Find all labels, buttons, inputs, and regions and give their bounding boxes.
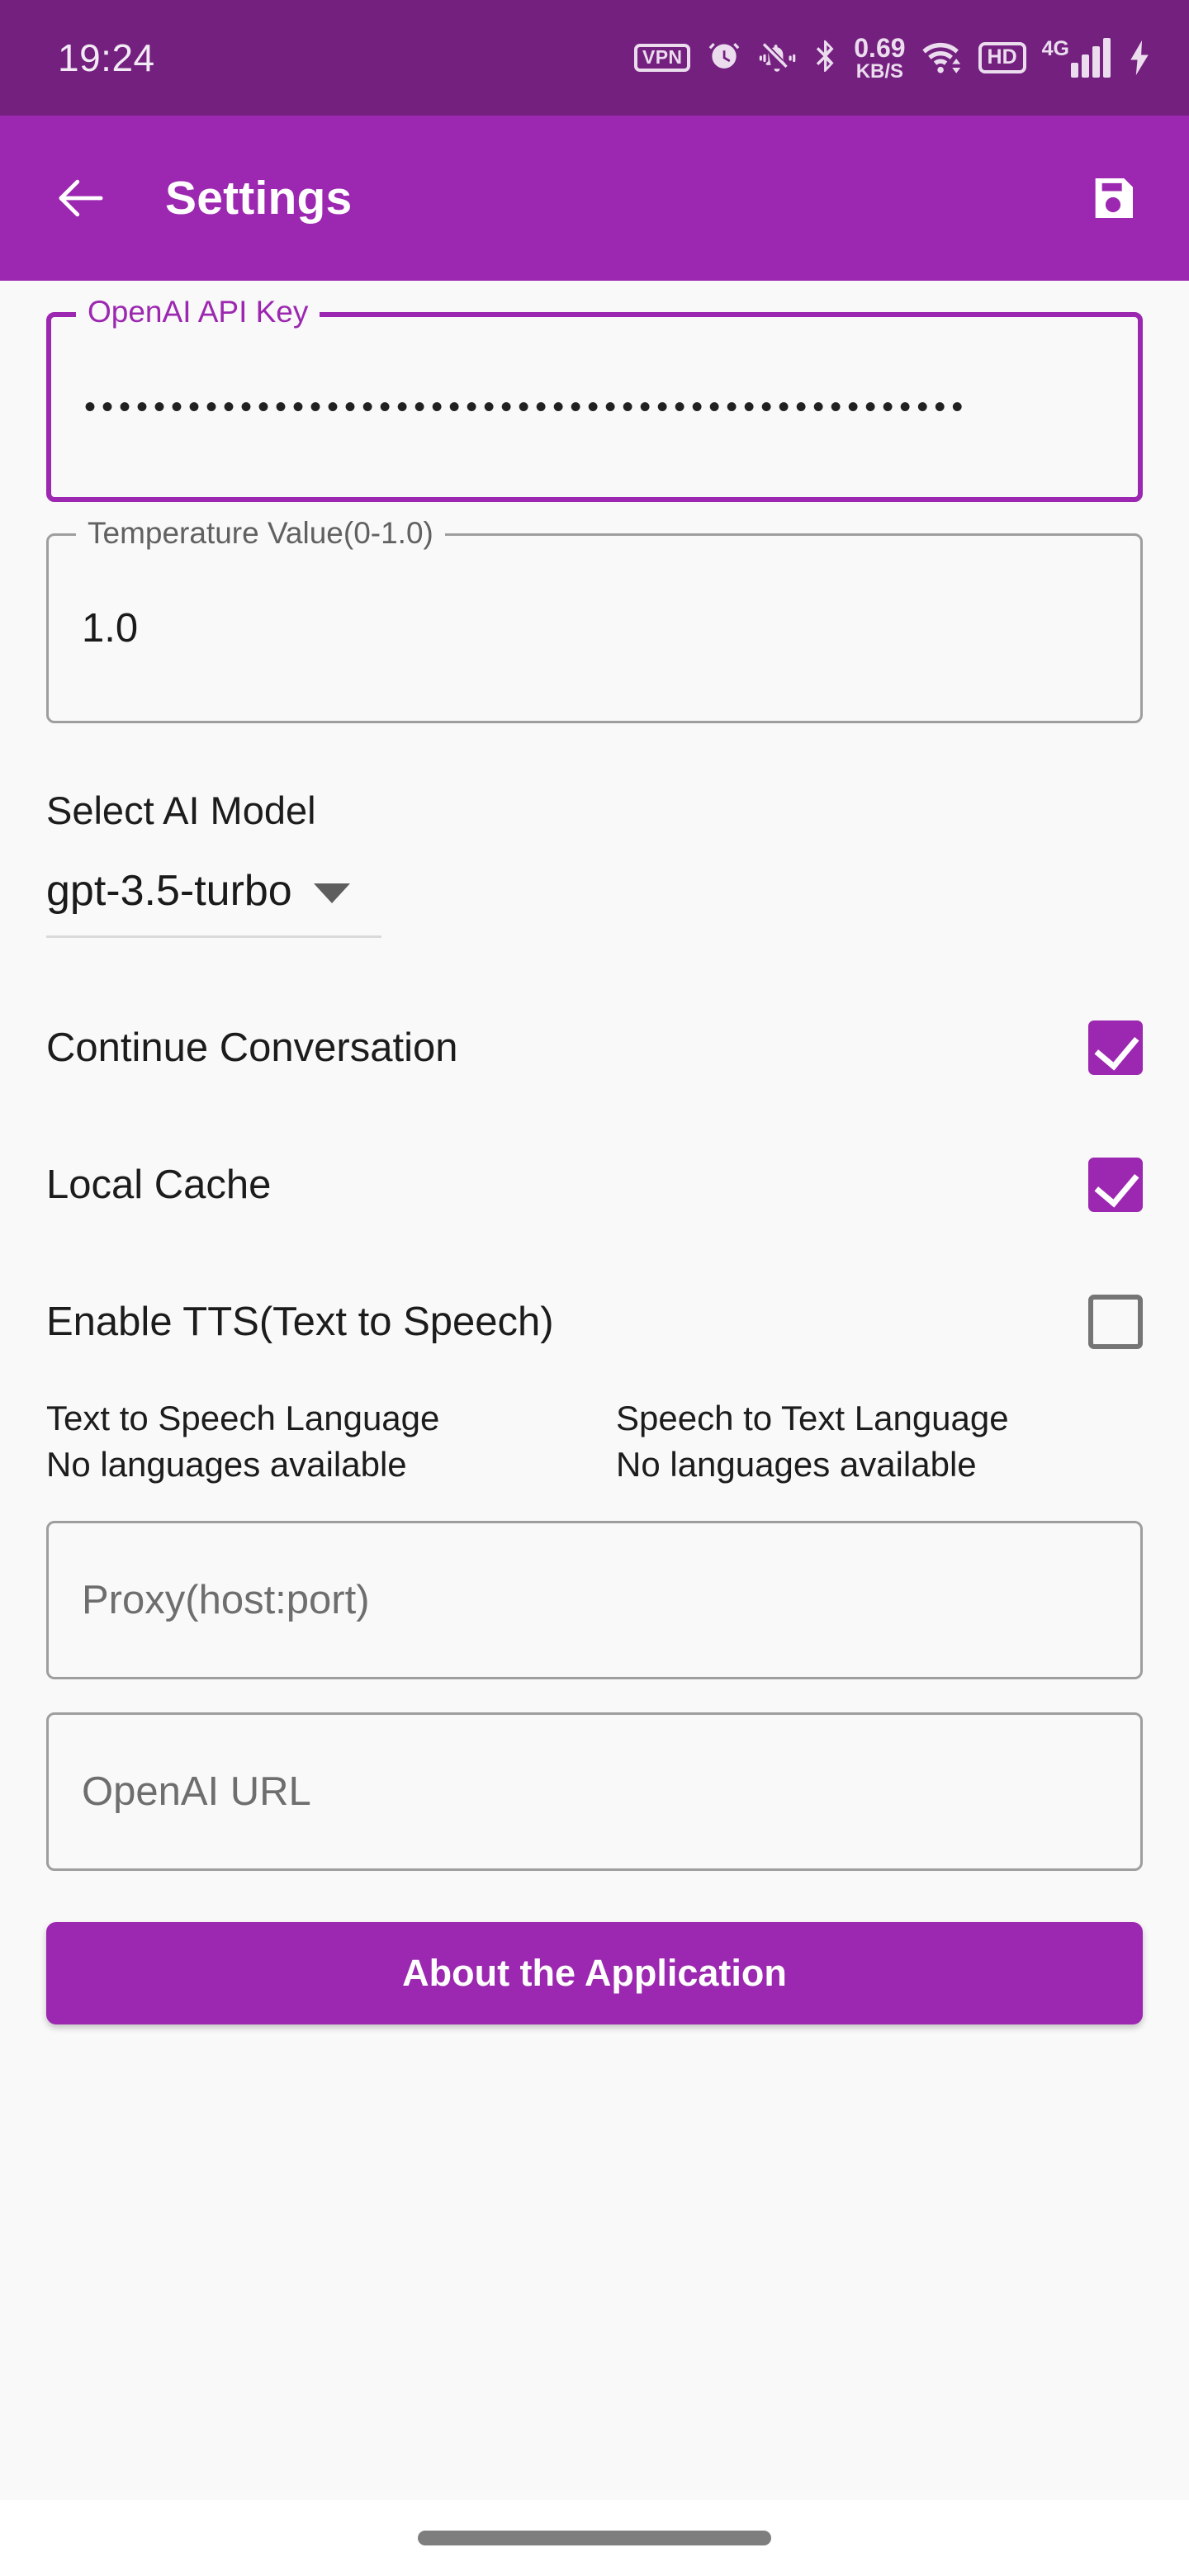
about-application-button[interactable]: About the Application: [46, 1922, 1143, 2024]
cellular-signal-icon: 4G: [1042, 38, 1111, 78]
tts-language-column[interactable]: Text to Speech Language No languages ava…: [46, 1395, 616, 1488]
language-section: Text to Speech Language No languages ava…: [46, 1395, 1143, 1488]
model-dropdown[interactable]: gpt-3.5-turbo: [46, 866, 381, 938]
proxy-placeholder: Proxy(host:port): [82, 1578, 370, 1622]
network-speed-unit: KB/S: [855, 59, 904, 83]
alarm-clock-icon: [708, 43, 740, 69]
enable-tts-row[interactable]: Enable TTS(Text to Speech): [46, 1295, 1143, 1349]
enable-tts-checkbox[interactable]: [1088, 1295, 1143, 1349]
proxy-field[interactable]: Proxy(host:port): [46, 1521, 1143, 1679]
wifi-icon: [921, 42, 960, 73]
stt-language-status: No languages available: [616, 1445, 977, 1484]
local-cache-row[interactable]: Local Cache: [46, 1158, 1143, 1212]
continue-conversation-checkbox[interactable]: [1088, 1020, 1143, 1075]
openai-url-placeholder: OpenAI URL: [82, 1769, 311, 1814]
save-floppy-icon: [1095, 178, 1133, 218]
vpn-badge-icon: VPN: [634, 44, 691, 72]
api-key-input[interactable]: ••••••••••••••••••••••••••••••••••••••••…: [46, 312, 1143, 502]
arrow-left-icon: [59, 179, 103, 217]
temperature-field[interactable]: Temperature Value(0-1.0) 1.0: [46, 515, 1143, 723]
local-cache-checkbox[interactable]: [1088, 1158, 1143, 1212]
enable-tts-label: Enable TTS(Text to Speech): [46, 1300, 554, 1344]
signal-bars: [1071, 38, 1111, 78]
select-model-label: Select AI Model: [46, 788, 316, 832]
api-key-field[interactable]: OpenAI API Key •••••••••••••••••••••••••…: [46, 294, 1143, 502]
continue-conversation-row[interactable]: Continue Conversation: [46, 1020, 1143, 1075]
network-speed-indicator: 0.69 KB/S: [854, 35, 905, 82]
chevron-down-icon: [313, 883, 350, 903]
stt-language-title: Speech to Text Language: [616, 1399, 1009, 1437]
settings-screen: 19:24 VPN 0.69 KB/S HD 4G Settings OpenA…: [0, 0, 1189, 2576]
temperature-label: Temperature Value(0-1.0): [76, 515, 445, 552]
battery-charging-icon: [1130, 40, 1149, 76]
bluetooth-icon: [817, 40, 834, 72]
temperature-value: 1.0: [82, 606, 139, 651]
settings-content: OpenAI API Key •••••••••••••••••••••••••…: [0, 281, 1189, 2500]
hd-badge-icon: HD: [978, 42, 1026, 73]
openai-url-field[interactable]: OpenAI URL: [46, 1712, 1143, 1871]
network-speed-value: 0.69: [854, 32, 906, 63]
stt-language-column[interactable]: Speech to Text Language No languages ava…: [616, 1395, 1186, 1488]
model-selected-value: gpt-3.5-turbo: [46, 867, 292, 915]
signal-generation-label: 4G: [1041, 37, 1069, 60]
save-button[interactable]: [1082, 167, 1144, 230]
temperature-input[interactable]: 1.0: [46, 533, 1143, 723]
api-key-label: OpenAI API Key: [76, 294, 320, 330]
local-cache-label: Local Cache: [46, 1163, 272, 1207]
tts-language-title: Text to Speech Language: [46, 1399, 440, 1437]
status-clock: 19:24: [58, 36, 155, 79]
back-button[interactable]: [50, 167, 112, 230]
tts-language-status: No languages available: [46, 1445, 407, 1484]
about-application-label: About the Application: [402, 1952, 787, 1994]
status-icons: VPN 0.69 KB/S HD 4G: [634, 35, 1153, 82]
page-title: Settings: [165, 172, 353, 225]
app-bar: Settings: [0, 116, 1189, 281]
status-bar: 19:24 VPN 0.69 KB/S HD 4G: [0, 0, 1189, 116]
api-key-masked-value: ••••••••••••••••••••••••••••••••••••••••…: [84, 389, 969, 425]
home-gesture-pill[interactable]: [418, 2531, 771, 2545]
system-navigation-bar: [0, 2500, 1189, 2576]
continue-conversation-label: Continue Conversation: [46, 1025, 458, 1070]
bell-muted-icon: [760, 43, 796, 72]
